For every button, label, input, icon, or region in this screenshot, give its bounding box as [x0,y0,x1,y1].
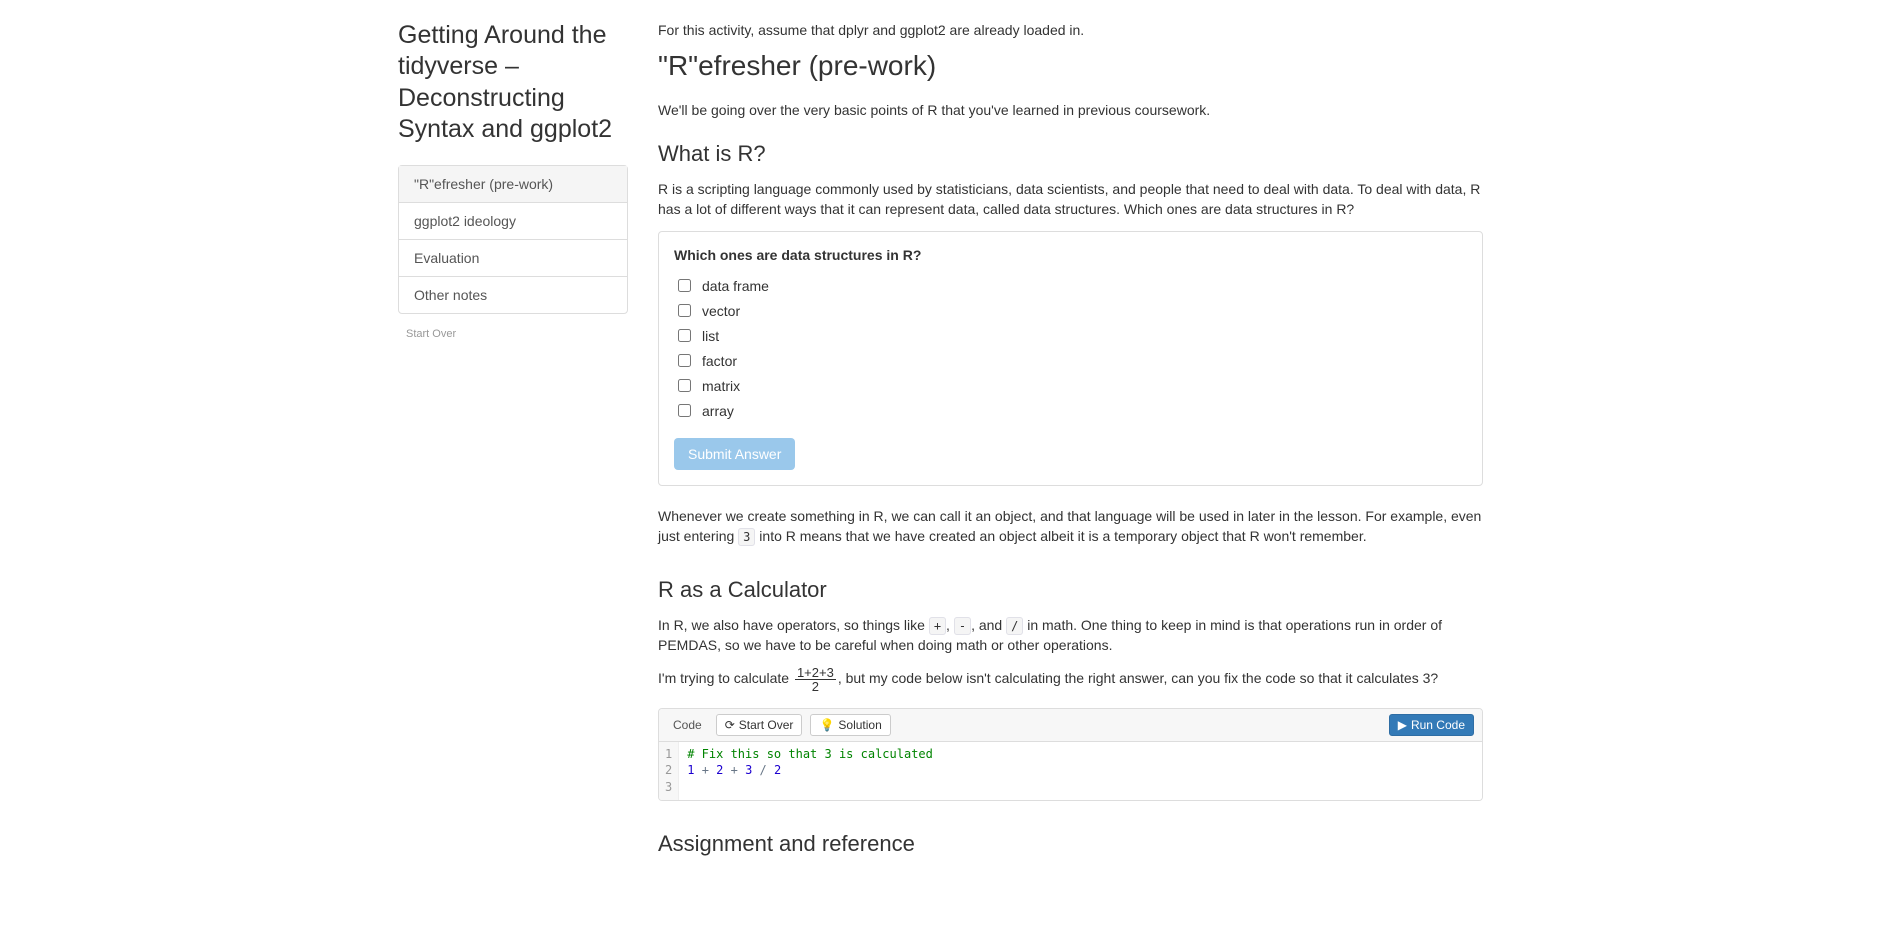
calc-task: I'm trying to calculate 1+2+32, but my c… [658,666,1483,693]
inline-code-minus: - [954,617,971,635]
what-is-r-para: R is a scripting language commonly used … [658,179,1483,220]
quiz-option-label: matrix [702,378,740,394]
quiz-option[interactable]: factor [674,348,1467,373]
section-title: "R"efresher (pre-work) [658,50,1483,82]
fraction-numerator: 1+2+3 [795,666,836,680]
code-gutter: 123 [659,742,679,800]
toc-item-refresher[interactable]: "R"efresher (pre-work) [399,166,627,203]
quiz-option-label: vector [702,303,740,319]
code-toolbar: Code ⟳ Start Over 💡 Solution ▶ Run Code [659,709,1482,742]
main-content: For this activity, assume that dplyr and… [643,20,1498,869]
submit-answer-button[interactable]: Submit Answer [674,438,795,470]
code-label: Code [667,714,708,736]
what-is-r-heading: What is R? [658,141,1483,167]
intro-note: For this activity, assume that dplyr and… [658,20,1483,40]
code-comment: # Fix this so that 3 is calculated [687,747,933,761]
quiz-checkbox[interactable] [678,279,691,292]
quiz-checkbox[interactable] [678,404,691,417]
button-label: Solution [838,718,881,732]
code-lines: # Fix this so that 3 is calculated 1 + 2… [679,742,941,800]
quiz-option-label: data frame [702,278,769,294]
quiz-checkbox[interactable] [678,354,691,367]
run-code-button[interactable]: ▶ Run Code [1389,714,1474,736]
assignment-heading: Assignment and reference [658,831,1483,857]
code-start-over-button[interactable]: ⟳ Start Over [716,714,803,736]
calc-heading: R as a Calculator [658,577,1483,603]
toc-item-ggplot2[interactable]: ggplot2 ideology [399,203,627,240]
quiz-option[interactable]: vector [674,298,1467,323]
inline-code-3: 3 [738,528,755,546]
text: , [946,617,954,633]
code-operator: + [694,763,716,777]
quiz-option[interactable]: matrix [674,373,1467,398]
inline-code-plus: + [929,617,946,635]
text: I'm trying to calculate [658,670,793,686]
quiz-option[interactable]: data frame [674,273,1467,298]
code-exercise: Code ⟳ Start Over 💡 Solution ▶ Run Code … [658,708,1483,801]
quiz-checkbox[interactable] [678,304,691,317]
code-operator: + [723,763,745,777]
sidebar: Getting Around the tidyverse – Deconstru… [398,20,643,869]
section-intro: We'll be going over the very basic point… [658,100,1483,120]
text: ? [1430,670,1438,686]
fraction: 1+2+32 [795,666,836,693]
button-label: Run Code [1411,718,1465,732]
quiz-checkbox[interactable] [678,329,691,342]
line-number: 3 [665,779,672,796]
text: , and [971,617,1006,633]
page-title: Getting Around the tidyverse – Deconstru… [398,20,628,145]
line-number: 1 [665,746,672,763]
toc-item-evaluation[interactable]: Evaluation [399,240,627,277]
code-number: 2 [774,763,781,777]
button-label: Start Over [739,718,794,732]
calc-paragraph: In R, we also have operators, so things … [658,615,1483,656]
quiz-option[interactable]: array [674,398,1467,423]
code-solution-button[interactable]: 💡 Solution [810,714,890,736]
text: , but my code below isn't calculating th… [838,670,1423,686]
line-number: 2 [665,762,672,779]
quiz-option[interactable]: list [674,323,1467,348]
quiz-option-label: factor [702,353,737,369]
quiz-panel: Which ones are data structures in R? dat… [658,231,1483,486]
code-editor[interactable]: 123 # Fix this so that 3 is calculated 1… [659,742,1482,800]
toc-item-other-notes[interactable]: Other notes [399,277,627,313]
quiz-checkbox[interactable] [678,379,691,392]
quiz-option-label: array [702,403,734,419]
play-icon: ▶ [1398,718,1407,732]
lightbulb-icon: 💡 [819,718,834,732]
fraction-denominator: 2 [795,680,836,693]
quiz-option-label: list [702,328,719,344]
refresh-icon: ⟳ [725,718,735,732]
quiz-question: Which ones are data structures in R? [674,247,1467,263]
inline-code-div: / [1006,617,1023,635]
start-over-link[interactable]: Start Over [398,324,628,344]
text: In R, we also have operators, so things … [658,617,929,633]
text: into R means that we have created an obj… [755,528,1366,544]
toc: "R"efresher (pre-work) ggplot2 ideology … [398,165,628,314]
code-operator: / [752,763,774,777]
object-paragraph: Whenever we create something in R, we ca… [658,506,1483,547]
